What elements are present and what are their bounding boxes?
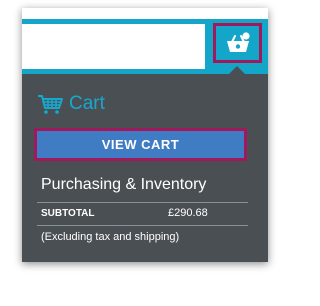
company-name: Purchasing & Inventory [41,176,207,193]
cart-button[interactable] [213,23,262,63]
basket-icon [226,32,250,52]
cart-heading-label: Cart [69,93,105,114]
subtotal-value: £290.68 [168,207,208,219]
divider [37,202,248,203]
view-cart-button[interactable]: VIEW CART [34,128,247,161]
tax-note: (Excluding tax and shipping) [41,231,180,243]
search-input[interactable] [22,24,205,69]
basket-icon [38,95,63,114]
subtotal-label: SUBTOTAL [41,208,95,219]
cart-heading: Cart [37,91,105,117]
divider [37,225,248,226]
